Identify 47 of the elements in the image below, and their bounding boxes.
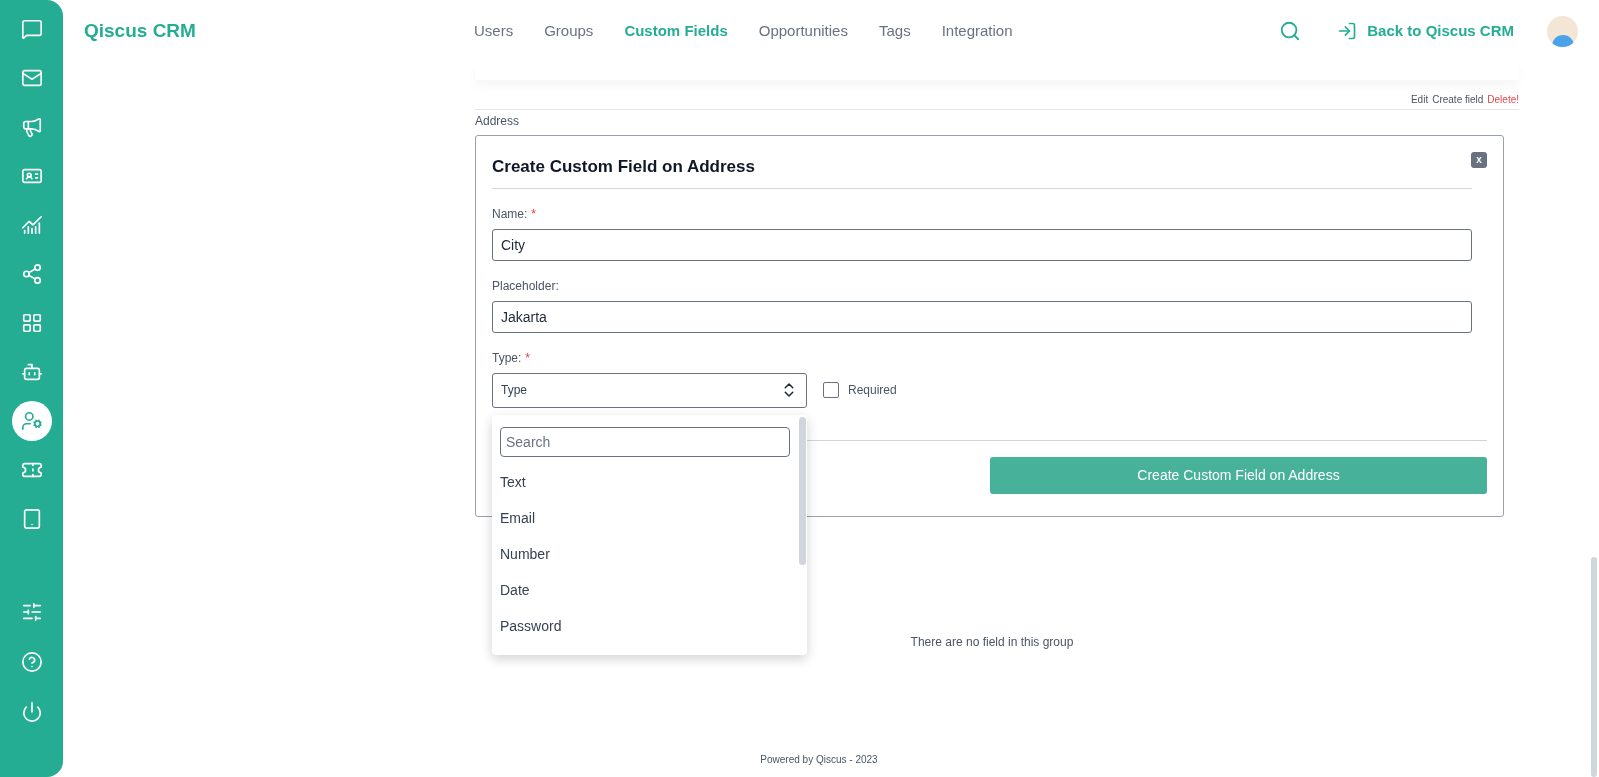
share-nodes-icon xyxy=(20,263,43,285)
help-icon xyxy=(20,651,43,673)
field-label: Name: xyxy=(492,205,528,223)
group-name: Address xyxy=(475,113,521,130)
group-action-link[interactable]: Create field xyxy=(1432,92,1484,107)
dropdown-option[interactable]: Date xyxy=(500,572,799,608)
megaphone-icon xyxy=(20,116,43,138)
field-label: Type: xyxy=(492,349,522,367)
bar-chart-icon xyxy=(20,214,43,236)
scrollbar[interactable] xyxy=(799,417,806,565)
search-field[interactable]: Search xyxy=(500,427,790,457)
type-select[interactable]: Type xyxy=(492,372,807,408)
footer-text: Powered by Qiscus - 2023 xyxy=(760,753,878,767)
required-asterisk: * xyxy=(525,349,531,367)
sidebar-item[interactable] xyxy=(11,401,52,441)
power-icon xyxy=(20,701,43,723)
user-icon xyxy=(20,410,43,432)
app-title: Qiscus CRM xyxy=(84,18,197,43)
nav-tab[interactable]: Groups xyxy=(544,19,594,43)
checkbox-label: Required xyxy=(848,382,897,399)
dropdown-option[interactable]: Text xyxy=(500,464,799,500)
field-label: Placeholder: xyxy=(492,277,559,295)
nav-tab[interactable]: Users xyxy=(474,19,514,43)
nav-tab[interactable]: Tags xyxy=(878,19,911,43)
text-field[interactable]: City xyxy=(492,228,1472,261)
enter-arrow-icon xyxy=(1337,21,1358,41)
form-title: Create Custom Field on Address xyxy=(492,157,755,176)
empty-message: There are no field in this group xyxy=(910,633,1074,651)
dropdown-option[interactable]: Number xyxy=(500,536,799,572)
close-button[interactable]: x xyxy=(1471,152,1487,168)
chat-bubble-icon xyxy=(20,18,43,40)
dropdown-option[interactable]: Password xyxy=(500,608,799,644)
required-asterisk: * xyxy=(531,205,536,223)
dropdown-option[interactable]: Email xyxy=(500,500,799,536)
nav-tab[interactable]: Integration xyxy=(941,19,1013,43)
search-icon[interactable] xyxy=(1279,20,1302,42)
settings-icon xyxy=(20,601,43,623)
page-scrollbar[interactable] xyxy=(1591,557,1597,777)
nav-tab[interactable]: Opportunities xyxy=(758,19,848,43)
text-field[interactable]: Jakarta xyxy=(492,300,1472,333)
robot-icon xyxy=(20,361,43,383)
checkbox[interactable] xyxy=(823,382,839,398)
envelope-icon xyxy=(20,67,43,89)
group-action-link[interactable]: Delete! xyxy=(1487,92,1519,107)
group-action-link[interactable]: Edit xyxy=(1410,92,1429,107)
avatar[interactable] xyxy=(1547,15,1578,47)
grid-icon xyxy=(20,312,43,334)
